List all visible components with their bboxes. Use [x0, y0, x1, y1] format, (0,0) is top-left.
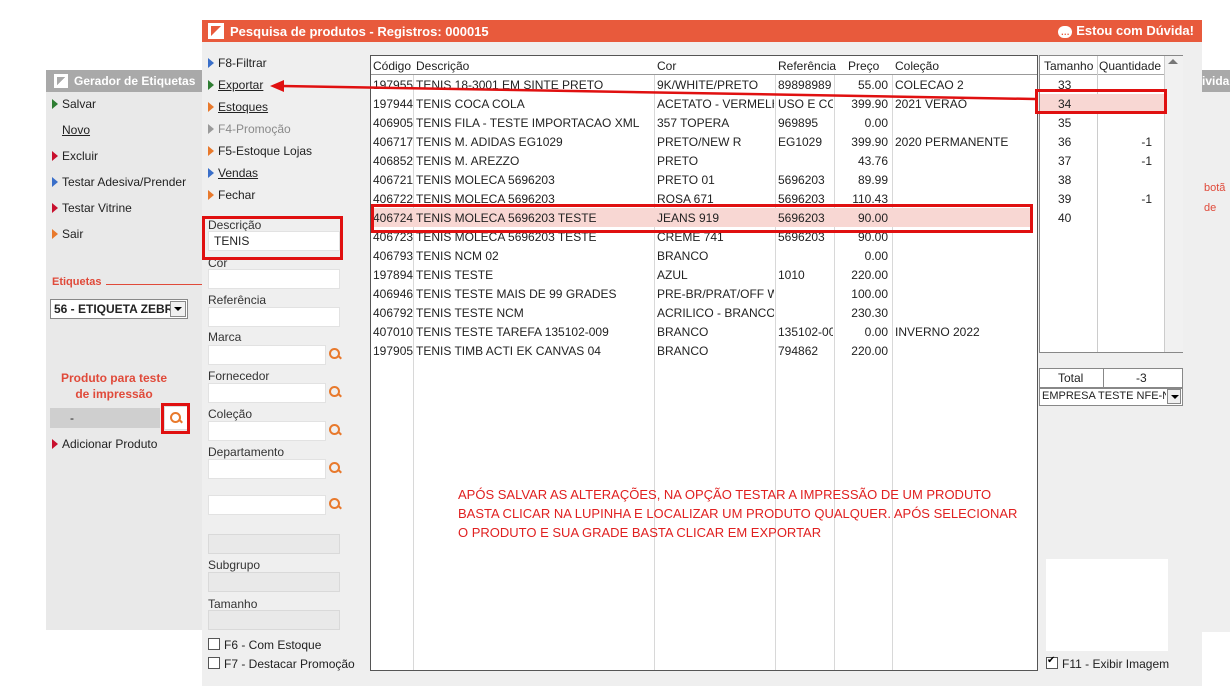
annotation-note: APÓS SALVAR AS ALTERAÇÕES, NA OPÇÃO TEST… [458, 487, 1018, 540]
annotation-arrow [270, 80, 1036, 101]
